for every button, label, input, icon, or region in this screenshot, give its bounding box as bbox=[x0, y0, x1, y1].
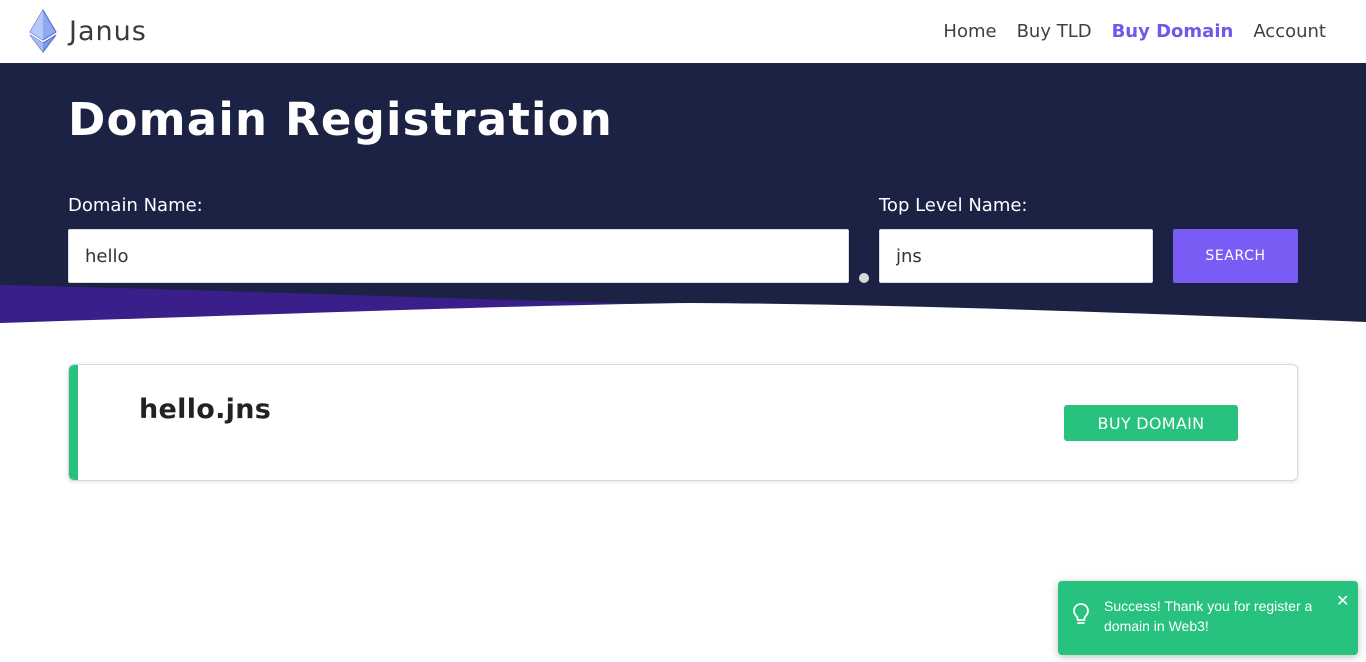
close-icon[interactable]: ✕ bbox=[1336, 592, 1349, 610]
toast-message: Success! Thank you for register a domain… bbox=[1104, 598, 1313, 634]
top-level-name-label: Top Level Name: bbox=[879, 195, 1028, 216]
nav-link-home[interactable]: Home bbox=[943, 21, 996, 42]
page-title: Domain Registration bbox=[68, 93, 614, 146]
nav-link-buy-tld[interactable]: Buy TLD bbox=[1017, 21, 1092, 42]
top-navbar: Janus Home Buy TLD Buy Domain Account bbox=[0, 0, 1366, 63]
result-domain-name: hello.jns bbox=[139, 394, 272, 425]
success-toast: Success! Thank you for register a domain… bbox=[1058, 581, 1358, 655]
buy-domain-button[interactable]: BUY DOMAIN bbox=[1064, 405, 1238, 441]
lightbulb-icon bbox=[1073, 603, 1089, 624]
search-button[interactable]: SEARCH bbox=[1173, 229, 1298, 283]
nav-link-buy-domain[interactable]: Buy Domain bbox=[1112, 21, 1234, 42]
brand[interactable]: Janus bbox=[28, 9, 147, 53]
dot-separator bbox=[859, 273, 869, 283]
domain-result-card: hello.jns BUY DOMAIN bbox=[68, 364, 1298, 481]
domain-name-input[interactable] bbox=[68, 229, 849, 283]
nav-links: Home Buy TLD Buy Domain Account bbox=[923, 18, 1326, 44]
hero-section: Domain Registration Domain Name: Top Lev… bbox=[0, 63, 1366, 325]
top-level-name-input[interactable] bbox=[879, 229, 1153, 283]
ethereum-diamond-icon bbox=[29, 9, 57, 53]
domain-name-label: Domain Name: bbox=[68, 195, 203, 216]
card-accent-bar bbox=[69, 365, 78, 480]
brand-name: Janus bbox=[69, 15, 147, 47]
nav-link-account[interactable]: Account bbox=[1253, 21, 1326, 42]
